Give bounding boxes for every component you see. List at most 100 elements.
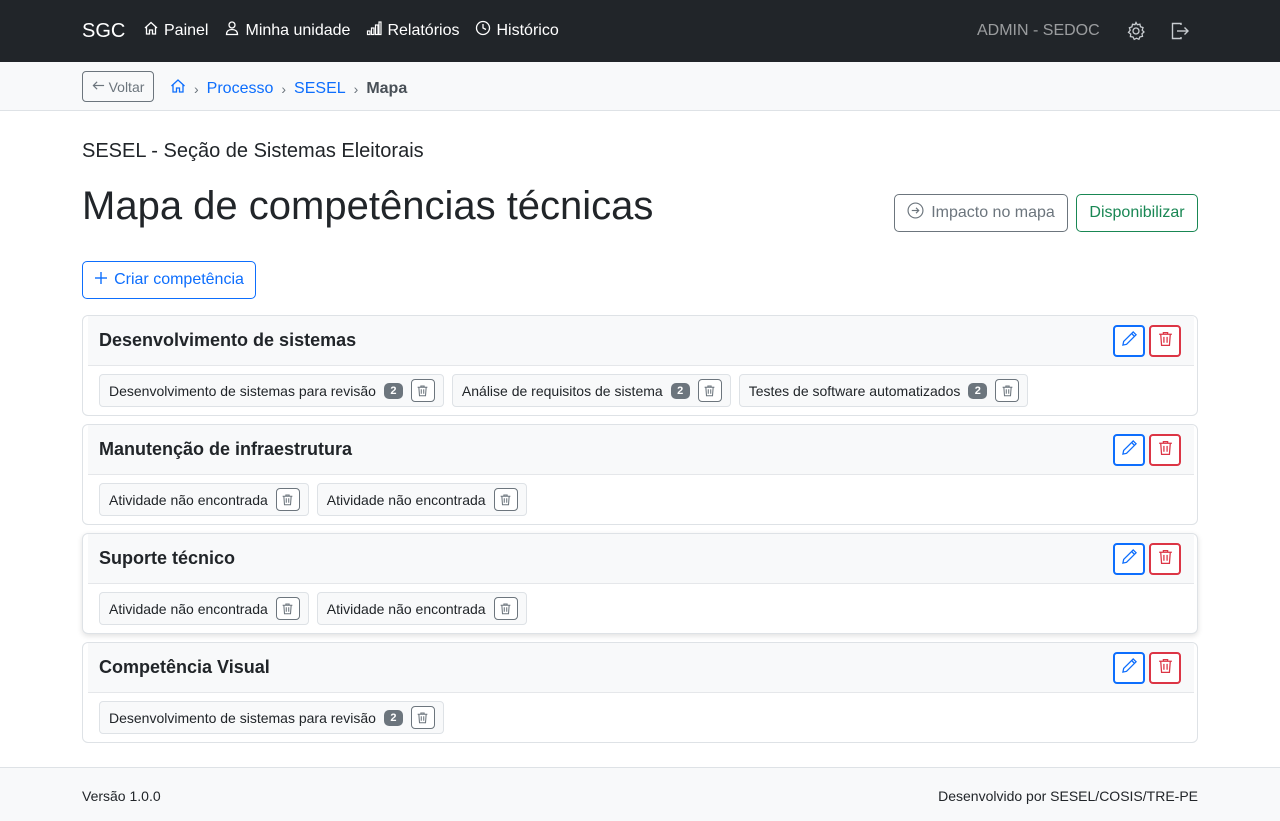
- competencia-title: Desenvolvimento de sistemas: [99, 330, 357, 350]
- breadcrumb-unidade[interactable]: SESEL: [294, 80, 346, 98]
- back-button[interactable]: Voltar: [82, 71, 154, 102]
- breadcrumb: › Processo › SESEL › Mapa: [170, 78, 407, 99]
- remove-atividade-button[interactable]: [275, 597, 300, 620]
- atividades-list: Atividade não encontrada Atividade não e…: [99, 592, 527, 625]
- criar-competencia-label: Criar competência: [114, 271, 244, 288]
- unit-name: SESEL - Seção de Sistemas Eleitorais: [82, 140, 424, 162]
- breadcrumb-processo[interactable]: Processo: [207, 80, 274, 98]
- nav-link-minha-unidade[interactable]: Minha unidade: [224, 20, 350, 41]
- breadcrumb-separator: ›: [194, 80, 199, 97]
- brand-logo[interactable]: SGC: [82, 20, 125, 43]
- delete-competencia-button[interactable]: [1149, 652, 1181, 684]
- card-header: Suporte técnico: [88, 534, 1194, 584]
- edit-competencia-button[interactable]: [1113, 325, 1145, 357]
- delete-competencia-button[interactable]: [1149, 434, 1181, 466]
- user-label[interactable]: ADMIN - SEDOC: [977, 22, 1100, 40]
- footer-credit: Desenvolvido por SESEL/COSIS/TRE-PE: [938, 788, 1198, 804]
- home-icon[interactable]: [170, 78, 186, 99]
- trash-icon: [418, 385, 428, 397]
- trash-icon: [1002, 385, 1013, 397]
- trash-icon: [1157, 330, 1174, 352]
- remove-atividade-button[interactable]: [493, 597, 518, 620]
- arrow-left-icon: [92, 79, 105, 95]
- competencia-card: Manutenção de infraestrutura Atividade n…: [82, 424, 1198, 525]
- criar-competencia-button[interactable]: Criar competência: [82, 261, 256, 299]
- trash-icon: [1157, 548, 1174, 570]
- nav-link-label: Relatórios: [387, 21, 460, 39]
- gear-icon[interactable]: [1126, 21, 1146, 41]
- disponibilizar-button[interactable]: Disponibilizar: [1076, 194, 1198, 232]
- conhecimentos-count-badge: 2: [670, 382, 690, 399]
- conhecimentos-count-badge: 2: [383, 709, 403, 726]
- atividade-label: Atividade não encontrada: [109, 491, 268, 508]
- atividade-chip: Análise de requisitos de sistema 2: [451, 374, 731, 407]
- footer-version: Versão 1.0.0: [82, 788, 161, 804]
- breadcrumb-separator: ›: [281, 80, 287, 97]
- remove-atividade-button[interactable]: [275, 488, 300, 511]
- clock-icon: [475, 20, 491, 41]
- trash-icon: [500, 494, 511, 506]
- person-icon: [224, 20, 240, 41]
- edit-competencia-button[interactable]: [1113, 434, 1145, 466]
- logout-icon[interactable]: [1170, 21, 1190, 41]
- breadcrumb-bar: Voltar › Processo › SESEL › Mapa: [0, 62, 1280, 111]
- top-navbar: SGC Painel Minha unidade Relatórios Hist…: [0, 0, 1280, 62]
- remove-atividade-button[interactable]: [493, 488, 518, 511]
- trash-icon: [704, 385, 715, 397]
- trash-icon: [282, 494, 293, 506]
- remove-atividade-button[interactable]: [995, 379, 1020, 402]
- footer: Versão 1.0.0 Desenvolvido por SESEL/COSI…: [0, 767, 1280, 821]
- nav-link-relatorios[interactable]: Relatórios: [366, 20, 459, 41]
- trash-icon: [418, 712, 428, 724]
- card-header: Competência Visual: [88, 643, 1194, 693]
- delete-competencia-button[interactable]: [1149, 543, 1181, 575]
- atividade-chip: Desenvolvimento de sistemas para revisão…: [99, 701, 444, 734]
- atividade-chip: Atividade não encontrada: [316, 592, 527, 625]
- remove-atividade-button[interactable]: [410, 706, 435, 729]
- atividade-chip: Testes de software automatizados 2: [738, 374, 1029, 407]
- trash-icon: [1157, 439, 1174, 461]
- conhecimentos-count-badge: 2: [383, 382, 403, 399]
- atividade-label: Desenvolvimento de sistemas para revisão: [109, 382, 376, 399]
- pencil-icon: [1121, 548, 1138, 570]
- conhecimentos-count-badge: 2: [968, 382, 988, 399]
- competencia-card: Desenvolvimento de sistemas Desenvolvime…: [82, 315, 1198, 416]
- trash-icon: [1157, 657, 1174, 679]
- impacto-mapa-label: Impacto no mapa: [931, 204, 1055, 221]
- atividades-list: Desenvolvimento de sistemas para revisão…: [99, 701, 444, 734]
- delete-competencia-button[interactable]: [1149, 325, 1181, 357]
- edit-competencia-button[interactable]: [1113, 543, 1145, 575]
- nav-link-painel[interactable]: Painel: [143, 20, 208, 41]
- competencia-card: Competência Visual Desenvolvimento de si…: [82, 642, 1198, 743]
- house-icon: [143, 20, 159, 41]
- bar-chart-icon: [366, 20, 383, 41]
- competencia-title: Competência Visual: [99, 657, 270, 677]
- atividade-label: Atividade não encontrada: [109, 600, 268, 617]
- atividade-chip: Atividade não encontrada: [99, 592, 309, 625]
- atividade-label: Desenvolvimento de sistemas para revisão: [109, 709, 376, 726]
- remove-atividade-button[interactable]: [410, 379, 435, 402]
- nav-link-historico[interactable]: Histórico: [475, 20, 559, 41]
- remove-atividade-button[interactable]: [697, 379, 722, 402]
- trash-icon: [282, 603, 293, 615]
- main-nav: Painel Minha unidade Relatórios Históric…: [143, 20, 559, 41]
- arrow-right-circle-icon: [907, 202, 924, 224]
- atividade-label: Análise de requisitos de sistema: [461, 382, 663, 399]
- impacto-mapa-button[interactable]: Impacto no mapa: [894, 194, 1068, 232]
- competencia-card: Suporte técnico Atividade não encontrada…: [82, 533, 1198, 634]
- card-header: Desenvolvimento de sistemas: [88, 316, 1194, 366]
- breadcrumb-separator: ›: [353, 80, 359, 97]
- competencia-title: Suporte técnico: [99, 548, 236, 568]
- pencil-icon: [1121, 657, 1138, 679]
- plus-icon: [94, 271, 108, 290]
- card-header: Manutenção de infraestrutura: [88, 425, 1194, 475]
- edit-competencia-button[interactable]: [1113, 652, 1145, 684]
- atividade-chip: Desenvolvimento de sistemas para revisão…: [99, 374, 444, 407]
- nav-link-label: Painel: [164, 21, 209, 39]
- atividade-chip: Atividade não encontrada: [316, 483, 527, 516]
- page-title: Mapa de competências técnicas: [82, 184, 654, 228]
- competencia-title: Manutenção de infraestrutura: [99, 439, 353, 459]
- atividades-list: Desenvolvimento de sistemas para revisão…: [99, 374, 1029, 407]
- nav-link-label: Histórico: [496, 21, 559, 39]
- atividade-label: Atividade não encontrada: [326, 491, 486, 508]
